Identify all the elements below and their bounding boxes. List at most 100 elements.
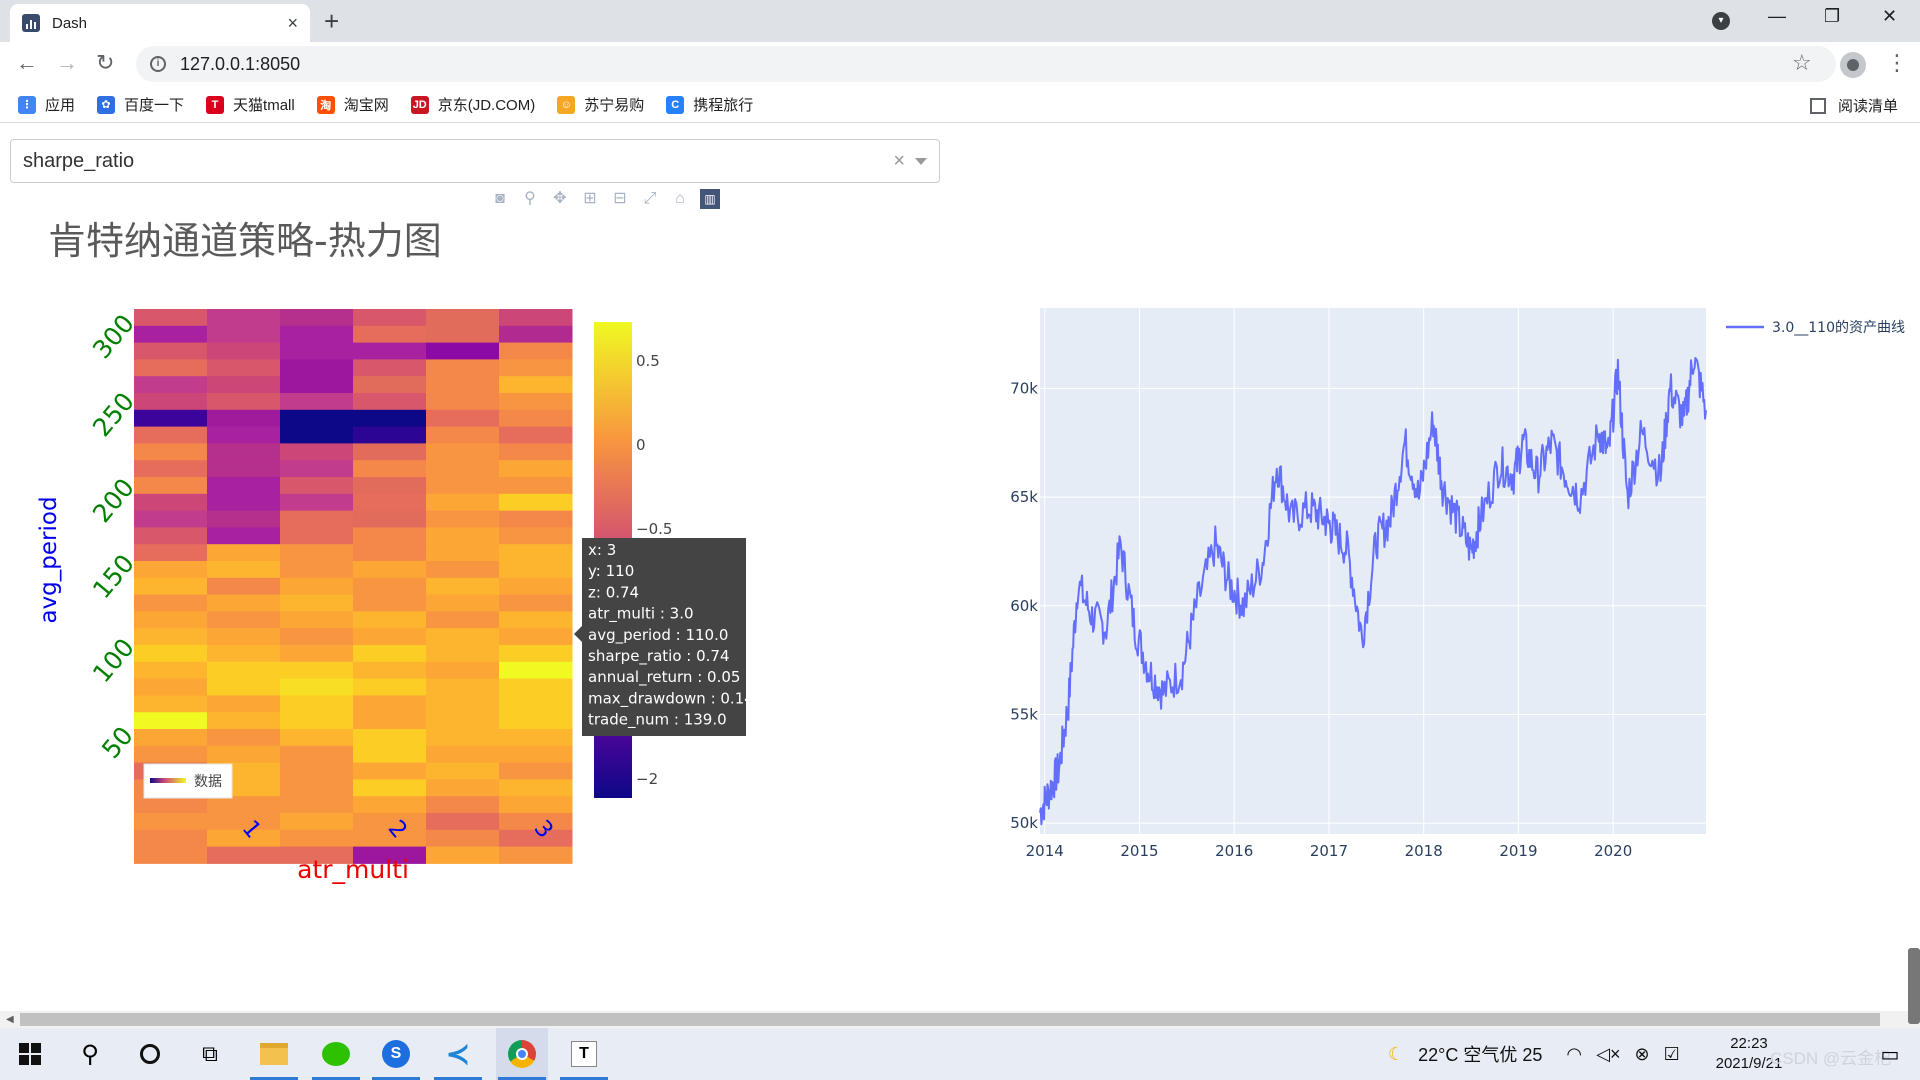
heatmap-cell[interactable] xyxy=(353,443,427,461)
back-arrow-icon[interactable]: ← xyxy=(16,50,38,76)
scroll-left-icon[interactable]: ◀ xyxy=(6,1014,14,1025)
heatmap-cell[interactable] xyxy=(499,393,573,411)
heatmap-cell[interactable] xyxy=(353,628,427,646)
forward-arrow-icon[interactable]: → xyxy=(56,50,78,76)
sogou-icon[interactable]: S xyxy=(370,1028,422,1080)
heatmap-cell[interactable] xyxy=(353,376,427,394)
heatmap-cell[interactable] xyxy=(353,594,427,612)
heatmap-cell[interactable] xyxy=(207,712,281,730)
vertical-scroll-thumb[interactable] xyxy=(1908,948,1920,1024)
heatmap-cell[interactable] xyxy=(280,359,354,377)
heatmap-cell[interactable] xyxy=(207,645,281,663)
heatmap-cell[interactable] xyxy=(280,829,354,848)
heatmap-cell[interactable] xyxy=(353,325,427,344)
heatmap-cell[interactable] xyxy=(426,729,500,747)
weather-moon-icon[interactable]: ☾ xyxy=(1388,1044,1404,1065)
plotly-logo-icon[interactable]: ▥ xyxy=(700,189,720,209)
heatmap-cell[interactable] xyxy=(426,493,500,512)
zoom-icon[interactable]: ⚲ xyxy=(520,189,540,209)
heatmap-cell[interactable] xyxy=(426,577,500,596)
heatmap-cell[interactable] xyxy=(499,342,573,360)
heatmap-cell[interactable] xyxy=(499,409,573,428)
heatmap-cell[interactable] xyxy=(134,477,208,495)
heatmap-cell[interactable] xyxy=(280,712,354,730)
heatmap-cell[interactable] xyxy=(353,493,427,512)
heatmap-cell[interactable] xyxy=(280,393,354,411)
notification-icon[interactable]: ▭ xyxy=(1864,1028,1916,1080)
horizontal-scrollbar[interactable]: ◀ xyxy=(0,1011,1920,1028)
heatmap-cell[interactable] xyxy=(499,359,573,377)
heatmap-cell[interactable] xyxy=(207,493,281,512)
heatmap-cell[interactable] xyxy=(280,325,354,344)
heatmap-cell[interactable] xyxy=(207,577,281,596)
heatmap-cell[interactable] xyxy=(426,359,500,377)
zoom-out-icon[interactable]: ⊟ xyxy=(610,189,630,209)
heatmap-cell[interactable] xyxy=(134,561,208,579)
heatmap-cell[interactable] xyxy=(426,813,500,831)
bookmark-item[interactable]: 淘淘宝网 xyxy=(316,94,389,115)
heatmap-cell[interactable] xyxy=(207,393,281,411)
heatmap-cell[interactable] xyxy=(207,443,281,461)
tab-close-icon[interactable]: × xyxy=(287,13,298,34)
heatmap-cell[interactable] xyxy=(499,762,573,780)
heatmap-cell[interactable] xyxy=(280,493,354,512)
heatmap-cell[interactable] xyxy=(280,561,354,579)
heatmap-cell[interactable] xyxy=(207,729,281,747)
heatmap-cell[interactable] xyxy=(499,779,573,797)
checkbox-tray-icon[interactable]: ☑ xyxy=(1664,1044,1680,1065)
heatmap-cell[interactable] xyxy=(426,846,500,864)
heatmap-cell[interactable] xyxy=(426,309,500,327)
heatmap-cell[interactable] xyxy=(353,477,427,495)
scrollbar-thumb[interactable] xyxy=(20,1013,1880,1026)
heatmap-cell[interactable] xyxy=(134,342,208,360)
heatmap-cell[interactable] xyxy=(499,796,573,814)
heatmap-cell[interactable] xyxy=(134,426,208,444)
heatmap-cell[interactable] xyxy=(207,477,281,495)
heatmap-cell[interactable] xyxy=(426,779,500,797)
heatmap-cell[interactable] xyxy=(353,796,427,814)
heatmap-cell[interactable] xyxy=(207,460,281,478)
heatmap-cell[interactable] xyxy=(207,309,281,327)
heatmap-cell[interactable] xyxy=(134,359,208,377)
bookmark-item[interactable]: T 天猫tmall xyxy=(206,94,295,115)
heatmap-cell[interactable] xyxy=(353,510,427,528)
heatmap-cell[interactable] xyxy=(353,544,427,562)
heatmap-cell[interactable] xyxy=(426,409,500,428)
heatmap-cell[interactable] xyxy=(280,695,354,713)
volume-muted-icon[interactable]: ◁× xyxy=(1596,1044,1620,1065)
heatmap-cell[interactable] xyxy=(499,729,573,747)
wechat-icon[interactable] xyxy=(310,1028,362,1080)
heatmap-cell[interactable] xyxy=(426,628,500,646)
heatmap-cell[interactable] xyxy=(353,678,427,696)
heatmap-cell[interactable] xyxy=(280,661,354,680)
heatmap-cell[interactable] xyxy=(207,510,281,528)
heatmap-cell[interactable] xyxy=(134,510,208,528)
browser-menu-icon[interactable]: ⋮ xyxy=(1886,50,1908,76)
heatmap-cell[interactable] xyxy=(353,661,427,680)
heatmap-cell[interactable] xyxy=(134,645,208,663)
heatmap-cell[interactable] xyxy=(207,325,281,344)
site-info-icon[interactable]: i xyxy=(150,56,166,72)
heatmap-cell[interactable] xyxy=(280,577,354,596)
heatmap-cell[interactable] xyxy=(353,393,427,411)
heatmap-cell[interactable] xyxy=(499,745,573,764)
heatmap-cell[interactable] xyxy=(207,796,281,814)
heatmap-cell[interactable] xyxy=(207,611,281,629)
metric-dropdown[interactable]: sharpe_ratio × xyxy=(10,139,940,183)
heatmap-cell[interactable] xyxy=(353,426,427,444)
clear-icon[interactable]: × xyxy=(893,150,905,173)
heatmap-cell[interactable] xyxy=(499,645,573,663)
heatmap-cell[interactable] xyxy=(353,695,427,713)
close-window-button[interactable]: ✕ xyxy=(1882,6,1897,27)
heatmap-cell[interactable] xyxy=(280,342,354,360)
heatmap-cell[interactable] xyxy=(426,712,500,730)
heatmap-cell[interactable] xyxy=(207,661,281,680)
heatmap-cell[interactable] xyxy=(280,527,354,545)
heatmap-cell[interactable] xyxy=(280,796,354,814)
bookmark-item[interactable]: ☺ 苏宁易购 xyxy=(557,94,644,115)
heatmap-cell[interactable] xyxy=(280,745,354,764)
file-explorer-icon[interactable] xyxy=(248,1028,300,1080)
heatmap-cell[interactable] xyxy=(280,544,354,562)
heatmap-cell[interactable] xyxy=(426,443,500,461)
heatmap-cell[interactable] xyxy=(280,729,354,747)
